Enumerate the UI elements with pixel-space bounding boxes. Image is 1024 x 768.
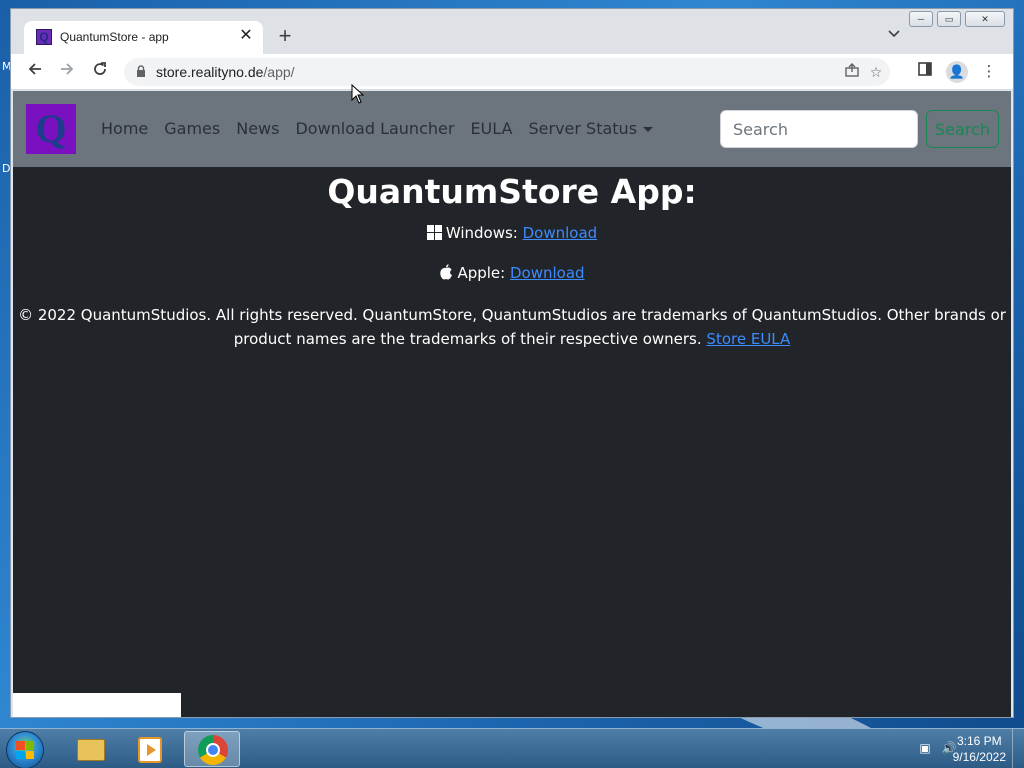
windows-label: Windows:	[445, 224, 518, 242]
web-page: Q Home Games News Download Launcher EULA…	[13, 91, 1011, 717]
lock-icon[interactable]	[136, 65, 146, 78]
url-text: store.realityno.de/app/	[156, 64, 295, 80]
start-button[interactable]	[6, 731, 44, 768]
nav-news[interactable]: News	[236, 119, 279, 138]
share-icon[interactable]	[842, 62, 862, 82]
address-bar[interactable]: store.realityno.de/app/ ☆	[124, 58, 890, 86]
clock[interactable]: 3:16 PM 9/16/2022	[953, 733, 1006, 765]
bookmark-star-icon[interactable]: ☆	[866, 62, 886, 82]
browser-window: Q QuantumStore - app ✕ + ─ ▭ ✕ store.rea…	[10, 8, 1014, 718]
url-host: store.realityno.de	[156, 64, 264, 80]
tab-close-icon[interactable]: ✕	[237, 27, 255, 45]
apple-logo-icon	[440, 264, 453, 280]
clock-date: 9/16/2022	[952, 750, 1006, 764]
tab-title: QuantumStore - app	[60, 30, 169, 44]
nav-server-status-dropdown[interactable]: Server Status	[528, 119, 654, 138]
copyright-footer: © 2022 QuantumStudios. All rights reserv…	[17, 303, 1007, 351]
media-player-icon	[138, 737, 162, 763]
window-controls: ─ ▭ ✕	[905, 11, 1005, 27]
taskbar: ▣ 🔊 3:16 PM 9/16/2022	[0, 728, 1024, 768]
windows-logo-icon	[426, 225, 442, 240]
system-tray: ▣ 🔊	[910, 739, 958, 757]
close-window-button[interactable]: ✕	[965, 11, 1005, 27]
brand-logo[interactable]: Q	[26, 104, 76, 154]
network-icon[interactable]: ▣	[916, 739, 934, 757]
page-title: QuantumStore App:	[327, 172, 697, 211]
clock-time: 3:16 PM	[956, 734, 1002, 748]
tab-quantumstore[interactable]: Q QuantumStore - app ✕	[24, 21, 263, 54]
windows-download-row: Windows: Download	[13, 223, 1011, 243]
folder-icon	[77, 739, 105, 761]
caret-down-icon	[643, 127, 654, 132]
taskbar-media-player[interactable]	[122, 731, 178, 767]
favicon-icon: Q	[36, 29, 52, 45]
taskbar-explorer[interactable]	[61, 731, 117, 767]
new-tab-button[interactable]: +	[273, 25, 297, 49]
nav-home[interactable]: Home	[101, 119, 148, 138]
search-input[interactable]	[720, 110, 918, 148]
taskbar-chrome[interactable]	[184, 731, 240, 767]
forward-arrow-icon[interactable]	[55, 60, 79, 84]
back-arrow-icon[interactable]	[23, 60, 47, 84]
apple-download-link[interactable]: Download	[510, 264, 585, 282]
side-panel-icon[interactable]	[913, 60, 937, 84]
store-eula-link[interactable]: Store EULA	[706, 330, 790, 348]
tab-strip: Q QuantumStore - app ✕ + ─ ▭ ✕	[11, 9, 1013, 54]
minimize-button[interactable]: ─	[909, 11, 933, 27]
nav-eula[interactable]: EULA	[470, 119, 512, 138]
profile-avatar-icon[interactable]: 👤	[946, 61, 968, 83]
chrome-icon	[198, 735, 228, 765]
browser-toolbar: store.realityno.de/app/ ☆ 👤 ⋮	[11, 54, 1013, 90]
maximize-button[interactable]: ▭	[937, 11, 961, 27]
search-button[interactable]: Search	[926, 110, 999, 148]
site-navbar: Q Home Games News Download Launcher EULA…	[13, 91, 1011, 167]
tab-search-chevron-icon[interactable]	[885, 27, 903, 45]
nav-download-launcher[interactable]: Download Launcher	[295, 119, 454, 138]
nav-server-status-label: Server Status	[528, 119, 638, 138]
nav-links: Home Games News Download Launcher EULA S…	[101, 119, 669, 138]
reload-icon[interactable]	[88, 60, 112, 84]
windows-download-link[interactable]: Download	[523, 224, 598, 242]
apple-download-row: Apple: Download	[13, 263, 1011, 283]
status-bubble	[13, 693, 181, 717]
menu-kebab-icon[interactable]: ⋮	[977, 60, 1001, 84]
main-content: QuantumStore App: Windows: Download Appl…	[13, 167, 1011, 351]
nav-games[interactable]: Games	[164, 119, 220, 138]
windows-flag-icon	[16, 741, 34, 759]
apple-label: Apple:	[457, 264, 506, 282]
url-path: /app/	[263, 64, 295, 80]
copyright-text: © 2022 QuantumStudios. All rights reserv…	[18, 306, 1006, 348]
mouse-cursor-icon	[351, 84, 365, 104]
show-desktop-button[interactable]	[1012, 729, 1024, 768]
